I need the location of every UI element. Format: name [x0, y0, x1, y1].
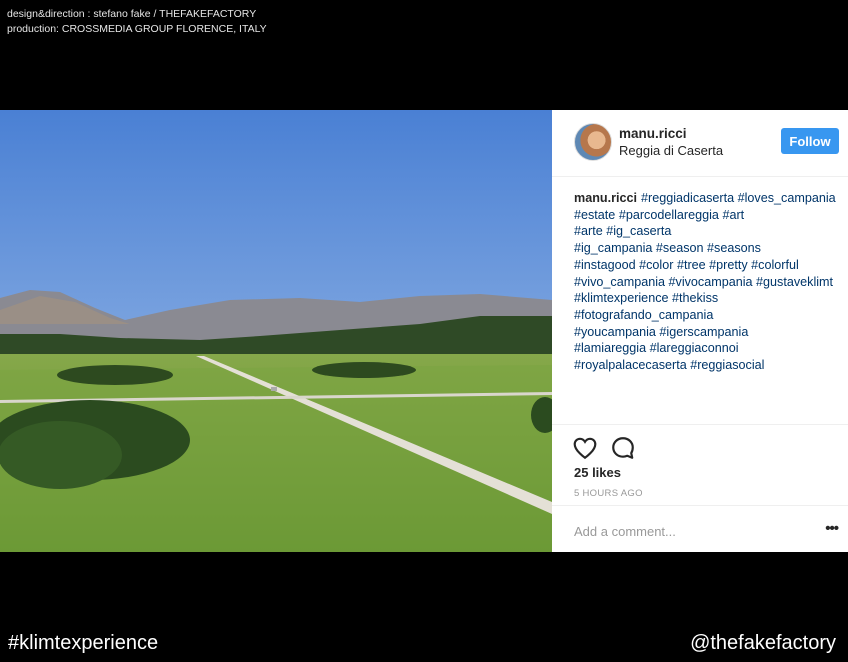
username-link[interactable]: manu.ricci: [619, 126, 687, 141]
location-link[interactable]: Reggia di Caserta: [619, 143, 723, 158]
post-photo[interactable]: [0, 110, 552, 552]
hashtag-footer: #klimtexperience: [8, 632, 159, 654]
hashtag-link[interactable]: #youcampania: [574, 325, 656, 339]
hashtag-link[interactable]: #instagood: [574, 258, 636, 272]
hashtag-link[interactable]: #lamiareggia: [574, 341, 646, 355]
hashtag-link[interactable]: #arte: [574, 224, 603, 238]
hashtag-link[interactable]: #season: [656, 241, 704, 255]
hashtag-link[interactable]: #loves_campania: [738, 191, 836, 205]
hashtag-link[interactable]: #parcodellareggia: [619, 208, 719, 222]
hashtag-link[interactable]: #fotografando_campania: [574, 308, 713, 322]
hashtag-link[interactable]: #art: [722, 208, 744, 222]
hashtag-link[interactable]: #lareggiaconnoi: [650, 341, 739, 355]
hashtag-link[interactable]: #vivocampania: [669, 275, 753, 289]
follow-button[interactable]: Follow: [781, 128, 839, 154]
hashtag-link[interactable]: #igerscampania: [659, 325, 748, 339]
like-count[interactable]: 25 likes: [574, 465, 621, 480]
heart-icon[interactable]: [572, 435, 598, 461]
hashtag-link[interactable]: #ig_caserta: [606, 224, 671, 238]
post-actions: 25 likes 5 HOURS AGO •••: [552, 424, 848, 553]
hashtag-link[interactable]: #estate: [574, 208, 615, 222]
hashtag-link[interactable]: #vivo_campania: [574, 275, 665, 289]
caption-author-link[interactable]: manu.ricci: [574, 191, 637, 205]
post-header: manu.ricci Reggia di Caserta Follow: [552, 110, 848, 177]
more-options-button[interactable]: •••: [825, 520, 839, 537]
instagram-post: manu.ricci Reggia di Caserta Follow manu…: [0, 110, 848, 552]
comment-row: •••: [552, 505, 848, 552]
hashtag-list: #reggiadicaserta #loves_campania #estate …: [574, 191, 836, 372]
comment-bubble-icon[interactable]: [610, 435, 636, 461]
hashtag-link[interactable]: #tree: [677, 258, 706, 272]
post-caption: manu.ricci #reggiadicaserta #loves_campan…: [574, 190, 842, 374]
hashtag-link[interactable]: #royalpalacecaserta: [574, 358, 687, 372]
credits: design&direction : stefano fake / THEFAK…: [7, 7, 267, 37]
credits-line-direction: design&direction : stefano fake / THEFAK…: [7, 8, 257, 20]
park-landscape-image: [0, 110, 552, 552]
hashtag-link[interactable]: #gustaveklimt: [756, 275, 833, 289]
handle-footer: @thefakefactory: [690, 632, 836, 654]
avatar[interactable]: [574, 123, 612, 161]
credits-line-production: production: CROSSMEDIA GROUP FLORENCE, I…: [7, 23, 267, 35]
hashtag-link[interactable]: #thekiss: [672, 291, 718, 305]
hashtag-link[interactable]: #reggiasocial: [690, 358, 764, 372]
hashtag-link[interactable]: #pretty: [709, 258, 748, 272]
hashtag-link[interactable]: #seasons: [707, 241, 761, 255]
hashtag-link[interactable]: #klimtexperience: [574, 291, 669, 305]
post-timestamp: 5 HOURS AGO: [574, 488, 643, 499]
hashtag-link[interactable]: #color: [639, 258, 673, 272]
post-sidebar: manu.ricci Reggia di Caserta Follow manu…: [552, 110, 848, 552]
comment-input[interactable]: [574, 520, 804, 542]
hashtag-link[interactable]: #colorful: [751, 258, 799, 272]
hashtag-link[interactable]: #ig_campania: [574, 241, 652, 255]
hashtag-link[interactable]: #reggiadicaserta: [641, 191, 734, 205]
